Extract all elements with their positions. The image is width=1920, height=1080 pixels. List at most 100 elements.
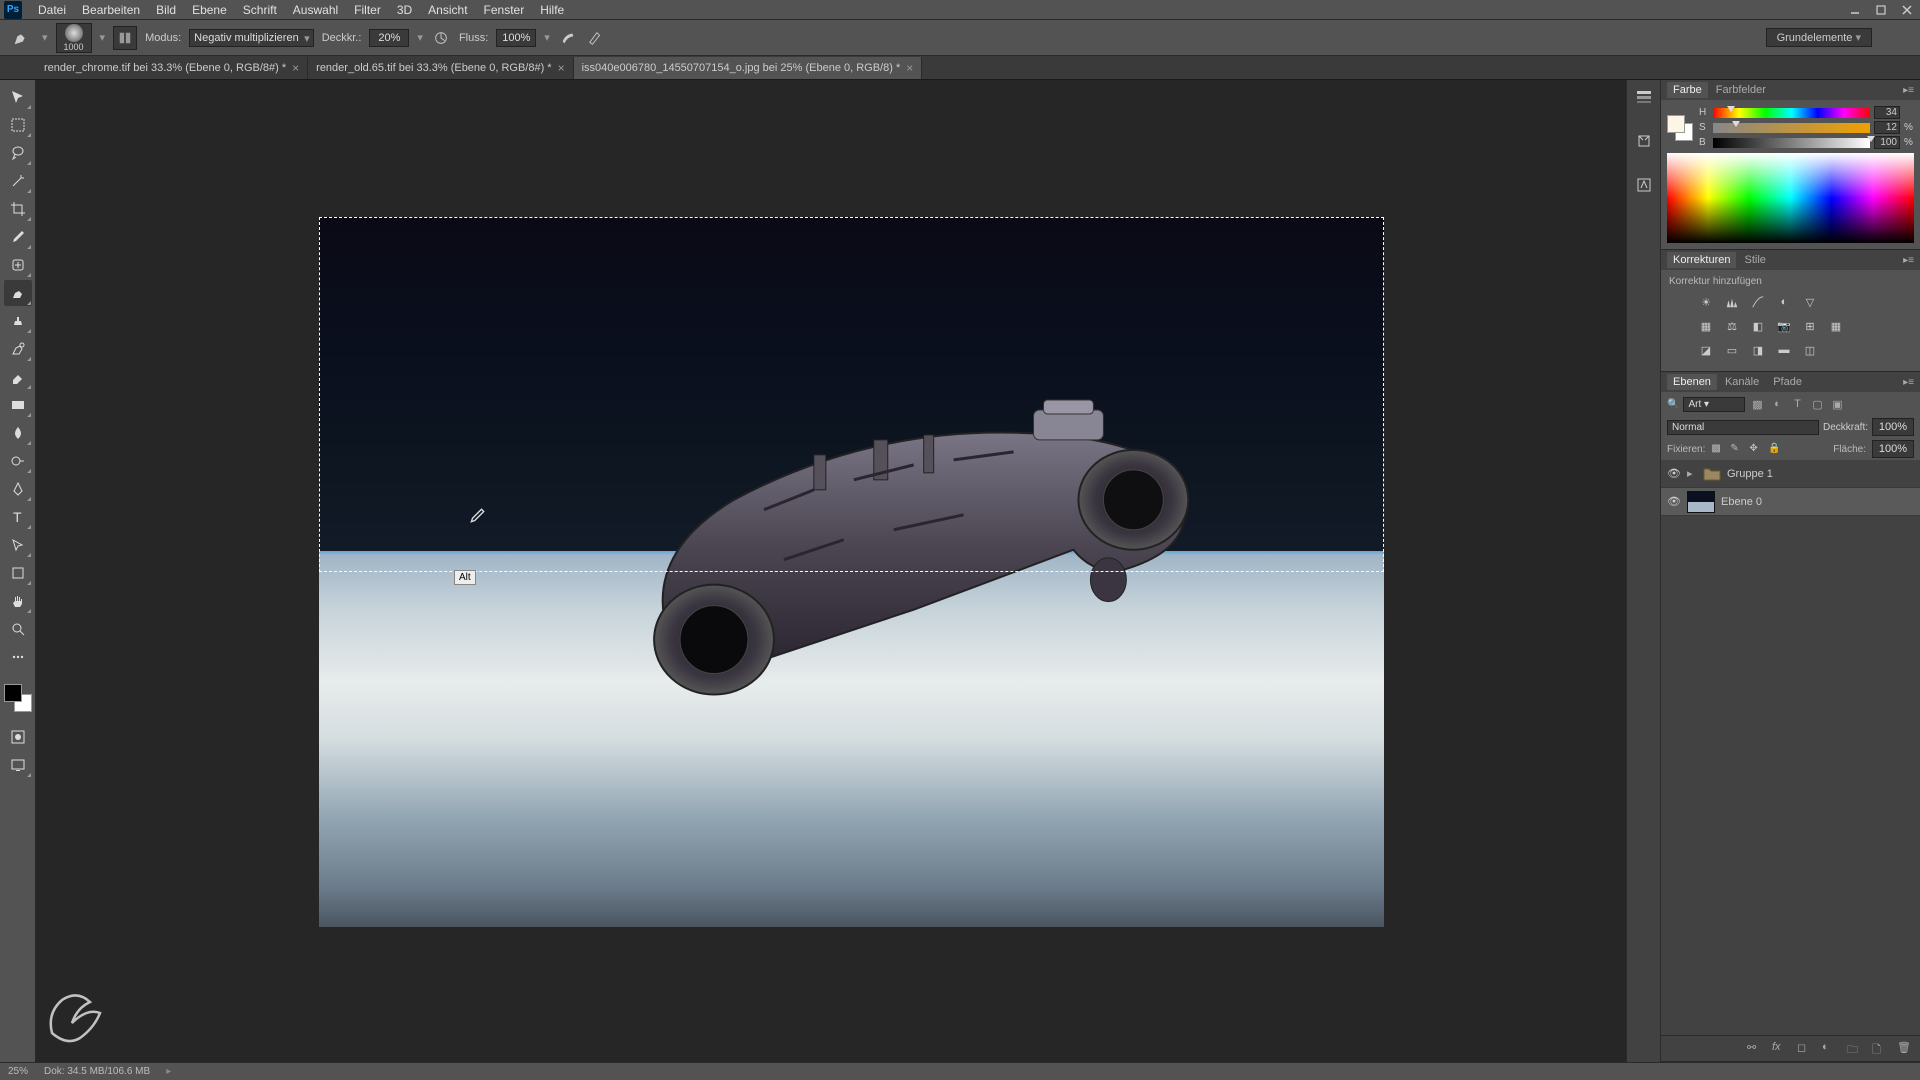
tab-farbfelder[interactable]: Farbfelder xyxy=(1710,82,1772,98)
layer-mask-icon[interactable]: ◻ xyxy=(1797,1041,1812,1056)
doc-tab-2[interactable]: iss040e006780_14550707154_o.jpg bei 25% … xyxy=(574,57,923,79)
magic-wand-tool[interactable] xyxy=(4,168,32,194)
menu-ebene[interactable]: Ebene xyxy=(184,1,235,19)
move-tool[interactable] xyxy=(4,84,32,110)
maximize-button[interactable] xyxy=(1868,0,1894,20)
crop-tool[interactable] xyxy=(4,196,32,222)
brush-preset-picker[interactable]: 1000 xyxy=(56,23,92,53)
healing-brush-tool[interactable] xyxy=(4,252,32,278)
layer-blend-mode[interactable]: Normal xyxy=(1667,420,1819,435)
lock-position-icon[interactable]: ✥ xyxy=(1749,443,1762,456)
brush-tool[interactable] xyxy=(4,280,32,306)
history-panel-icon[interactable] xyxy=(1633,86,1655,108)
filter-type-icon[interactable]: T xyxy=(1789,396,1805,412)
blend-mode-select[interactable]: Negativ multiplizieren▾ xyxy=(189,29,314,47)
blur-tool[interactable] xyxy=(4,420,32,446)
black-white-icon[interactable]: ◧ xyxy=(1749,317,1767,335)
lock-transparency-icon[interactable]: ▩ xyxy=(1711,443,1724,456)
threshold-icon[interactable]: ◨ xyxy=(1749,341,1767,359)
canvas[interactable]: Alt xyxy=(36,80,1626,1062)
lasso-tool[interactable] xyxy=(4,140,32,166)
panel-menu-icon[interactable]: ▸≡ xyxy=(1903,377,1914,388)
character-panel-icon[interactable] xyxy=(1633,174,1655,196)
opacity-input[interactable]: 20% xyxy=(369,29,409,47)
path-select-tool[interactable] xyxy=(4,532,32,558)
layer-row-group[interactable]: 👁 ▸ Gruppe 1 xyxy=(1661,460,1920,488)
expand-arrow-icon[interactable]: ▸ xyxy=(1687,467,1697,480)
gradient-map-icon[interactable]: ▬ xyxy=(1775,341,1793,359)
levels-icon[interactable] xyxy=(1723,293,1741,311)
tab-korrekturen[interactable]: Korrekturen xyxy=(1667,252,1736,268)
shape-tool[interactable] xyxy=(4,560,32,586)
menu-hilfe[interactable]: Hilfe xyxy=(532,1,572,19)
close-icon[interactable]: × xyxy=(292,61,299,75)
screen-mode-tool[interactable] xyxy=(4,752,32,778)
foreground-background-color[interactable] xyxy=(4,684,32,712)
layer-thumbnail[interactable] xyxy=(1687,491,1715,513)
tab-farbe[interactable]: Farbe xyxy=(1667,82,1708,98)
fg-color-swatch[interactable] xyxy=(1667,115,1685,133)
tab-ebenen[interactable]: Ebenen xyxy=(1667,374,1717,390)
filter-shape-icon[interactable]: ▢ xyxy=(1809,396,1825,412)
status-menu-arrow-icon[interactable]: ▸ xyxy=(166,1066,171,1077)
exposure-icon[interactable]: ◐ xyxy=(1775,293,1793,311)
saturation-slider[interactable] xyxy=(1713,123,1870,133)
layer-style-icon[interactable]: fx xyxy=(1772,1041,1787,1056)
menu-schrift[interactable]: Schrift xyxy=(235,1,285,19)
brightness-slider[interactable] xyxy=(1713,138,1870,148)
workspace-switcher[interactable]: Grundelemente ▾ xyxy=(1766,28,1872,47)
visibility-toggle[interactable]: 👁 xyxy=(1667,495,1681,508)
layer-filter-type[interactable]: Art ▾ xyxy=(1683,397,1745,412)
filter-smart-icon[interactable]: ▣ xyxy=(1829,396,1845,412)
saturation-input[interactable]: 12 xyxy=(1874,121,1900,134)
lock-all-icon[interactable]: 🔒 xyxy=(1768,443,1781,456)
channel-mixer-icon[interactable]: ⊞ xyxy=(1801,317,1819,335)
dodge-tool[interactable] xyxy=(4,448,32,474)
panel-menu-icon[interactable]: ▸≡ xyxy=(1903,85,1914,96)
airbrush-icon[interactable] xyxy=(558,28,578,48)
layer-row-ebene0[interactable]: 👁 Ebene 0 xyxy=(1661,488,1920,516)
invert-icon[interactable]: ◪ xyxy=(1697,341,1715,359)
history-brush-tool[interactable] xyxy=(4,336,32,362)
more-tools[interactable] xyxy=(4,644,32,670)
menu-filter[interactable]: Filter xyxy=(346,1,389,19)
menu-datei[interactable]: Datei xyxy=(30,1,74,19)
hue-input[interactable]: 34 xyxy=(1874,106,1900,119)
photo-filter-icon[interactable]: 📷 xyxy=(1775,317,1793,335)
doc-tab-1[interactable]: render_old.65.tif bei 33.3% (Ebene 0, RG… xyxy=(308,57,573,79)
panel-menu-icon[interactable]: ▸≡ xyxy=(1903,255,1914,266)
toggle-brush-panel-icon[interactable] xyxy=(113,26,137,50)
posterize-icon[interactable]: ▭ xyxy=(1723,341,1741,359)
new-group-icon[interactable]: 🗀 xyxy=(1847,1041,1862,1056)
layer-name[interactable]: Ebene 0 xyxy=(1721,496,1762,508)
menu-3d[interactable]: 3D xyxy=(389,1,420,19)
filter-pixel-icon[interactable]: ▩ xyxy=(1749,396,1765,412)
tab-stile[interactable]: Stile xyxy=(1738,252,1771,268)
new-layer-icon[interactable]: 🗋 xyxy=(1872,1041,1887,1056)
tab-pfade[interactable]: Pfade xyxy=(1767,374,1808,390)
menu-fenster[interactable]: Fenster xyxy=(476,1,533,19)
pressure-size-icon[interactable] xyxy=(586,28,606,48)
type-tool[interactable]: T xyxy=(4,504,32,530)
color-spectrum[interactable] xyxy=(1667,153,1914,243)
eraser-tool[interactable] xyxy=(4,364,32,390)
layer-opacity-input[interactable]: 100% xyxy=(1872,418,1914,436)
color-balance-icon[interactable]: ⚖ xyxy=(1723,317,1741,335)
pressure-opacity-icon[interactable] xyxy=(431,28,451,48)
marquee-tool[interactable] xyxy=(4,112,32,138)
tab-kanaele[interactable]: Kanäle xyxy=(1719,374,1765,390)
doc-tab-0[interactable]: render_chrome.tif bei 33.3% (Ebene 0, RG… xyxy=(36,57,308,79)
color-lookup-icon[interactable]: ▦ xyxy=(1827,317,1845,335)
menu-ansicht[interactable]: Ansicht xyxy=(420,1,475,19)
clone-stamp-tool[interactable] xyxy=(4,308,32,334)
layer-name[interactable]: Gruppe 1 xyxy=(1727,468,1773,480)
hue-sat-icon[interactable]: ▦ xyxy=(1697,317,1715,335)
hue-slider[interactable] xyxy=(1713,108,1870,118)
close-button[interactable] xyxy=(1894,0,1920,20)
pen-tool[interactable] xyxy=(4,476,32,502)
adjustment-layer-icon[interactable]: ◐ xyxy=(1822,1041,1837,1056)
gradient-tool[interactable] xyxy=(4,392,32,418)
link-layers-icon[interactable]: ⚯ xyxy=(1747,1041,1762,1056)
close-icon[interactable]: × xyxy=(558,61,565,75)
visibility-toggle[interactable]: 👁 xyxy=(1667,467,1681,480)
